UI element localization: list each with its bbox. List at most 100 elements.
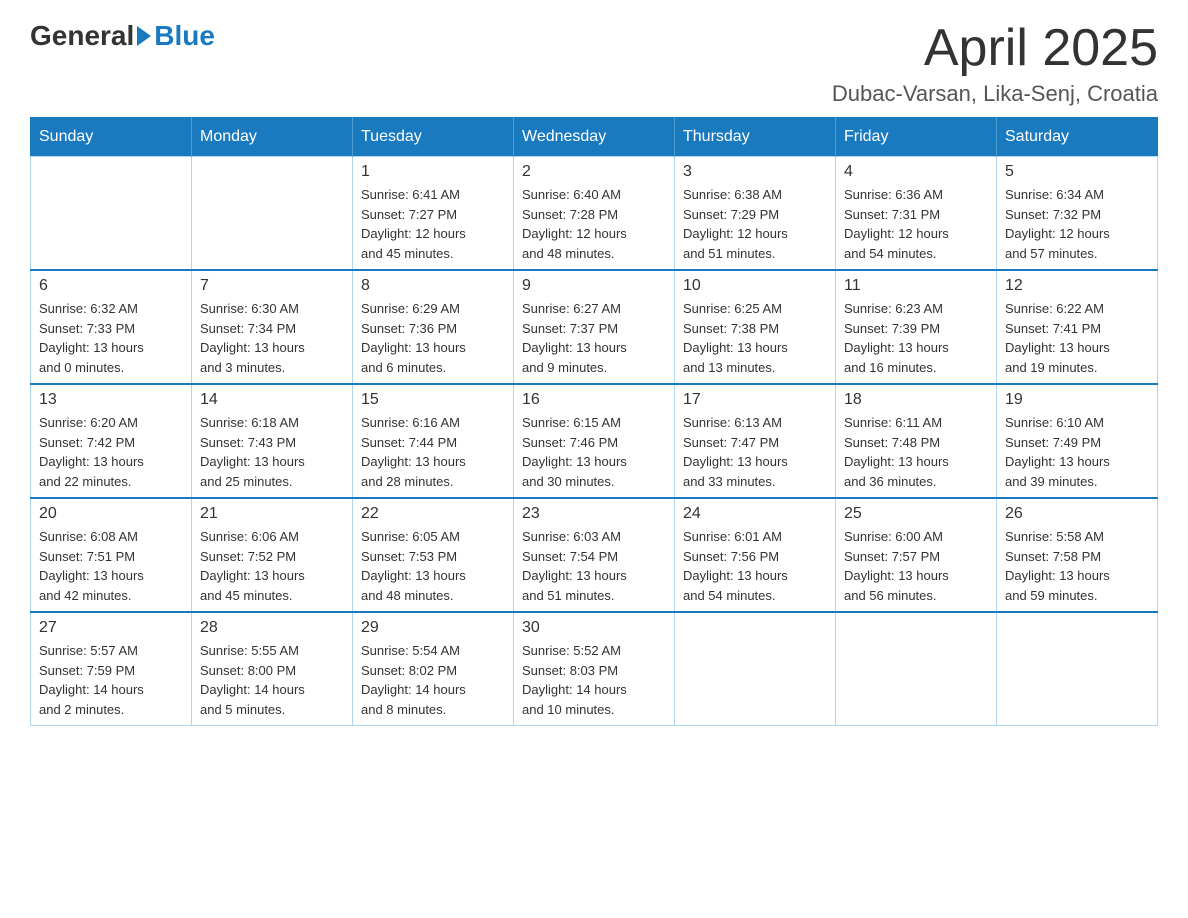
calendar-cell: 7Sunrise: 6:30 AM Sunset: 7:34 PM Daylig…	[192, 270, 353, 384]
calendar-cell: 11 Sunrise: 6:23 AM Sunset: 7:39 PM Dayli…	[836, 270, 997, 384]
calendar-week-row: 1 Sunrise: 6:41 AM Sunset: 7:27 PM Daylig…	[31, 157, 1158, 271]
day-info: Sunrise: 5:58 AM Sunset: 7:58 PM Dayligh…	[1005, 527, 1149, 605]
calendar-cell: 1 Sunrise: 6:41 AM Sunset: 7:27 PM Daylig…	[353, 157, 514, 271]
calendar-cell	[836, 612, 997, 726]
calendar-cell: 12 Sunrise: 6:22 AM Sunset: 7:41 PM Dayli…	[997, 270, 1158, 384]
calendar-cell: 24Sunrise: 6:01 AM Sunset: 7:56 PM Dayli…	[675, 498, 836, 612]
calendar-cell: 3 Sunrise: 6:38 AM Sunset: 7:29 PM Daylig…	[675, 157, 836, 271]
day-info: Sunrise: 6:11 AM Sunset: 7:48 PM Dayligh…	[844, 413, 988, 491]
header-sunday: Sunday	[31, 118, 192, 157]
day-number: 27	[39, 619, 183, 637]
day-number: 14	[200, 391, 344, 409]
header-saturday: Saturday	[997, 118, 1158, 157]
day-info: Sunrise: 6:18 AM Sunset: 7:43 PM Dayligh…	[200, 413, 344, 491]
day-number: 23	[522, 505, 666, 523]
day-info: Sunrise: 6:10 AM Sunset: 7:49 PM Dayligh…	[1005, 413, 1149, 491]
day-info: Sunrise: 5:52 AM Sunset: 8:03 PM Dayligh…	[522, 641, 666, 719]
day-number: 12	[1005, 277, 1149, 295]
day-info: Sunrise: 6:36 AM Sunset: 7:31 PM Dayligh…	[844, 185, 988, 263]
day-info: Sunrise: 6:23 AM Sunset: 7:39 PM Dayligh…	[844, 299, 988, 377]
weekday-header-row: Sunday Monday Tuesday Wednesday Thursday…	[31, 118, 1158, 157]
calendar-cell: 28 Sunrise: 5:55 AM Sunset: 8:00 PM Dayli…	[192, 612, 353, 726]
header-wednesday: Wednesday	[514, 118, 675, 157]
day-number: 26	[1005, 505, 1149, 523]
day-number: 2	[522, 163, 666, 181]
day-info: Sunrise: 6:22 AM Sunset: 7:41 PM Dayligh…	[1005, 299, 1149, 377]
day-info: Sunrise: 6:29 AM Sunset: 7:36 PM Dayligh…	[361, 299, 505, 377]
calendar-cell: 21 Sunrise: 6:06 AM Sunset: 7:52 PM Dayli…	[192, 498, 353, 612]
day-number: 24	[683, 505, 827, 523]
calendar-week-row: 20Sunrise: 6:08 AM Sunset: 7:51 PM Dayli…	[31, 498, 1158, 612]
day-number: 13	[39, 391, 183, 409]
day-info: Sunrise: 5:55 AM Sunset: 8:00 PM Dayligh…	[200, 641, 344, 719]
calendar-cell: 17 Sunrise: 6:13 AM Sunset: 7:47 PM Dayli…	[675, 384, 836, 498]
calendar-cell: 22 Sunrise: 6:05 AM Sunset: 7:53 PM Dayli…	[353, 498, 514, 612]
calendar-cell: 15 Sunrise: 6:16 AM Sunset: 7:44 PM Dayli…	[353, 384, 514, 498]
calendar-cell: 14 Sunrise: 6:18 AM Sunset: 7:43 PM Dayli…	[192, 384, 353, 498]
calendar-cell: 16Sunrise: 6:15 AM Sunset: 7:46 PM Dayli…	[514, 384, 675, 498]
calendar-cell: 27 Sunrise: 5:57 AM Sunset: 7:59 PM Dayli…	[31, 612, 192, 726]
day-number: 25	[844, 505, 988, 523]
logo-triangle-icon	[137, 26, 151, 46]
day-number: 21	[200, 505, 344, 523]
logo-general-text: General	[30, 20, 134, 52]
calendar-cell: 2 Sunrise: 6:40 AM Sunset: 7:28 PM Daylig…	[514, 157, 675, 271]
day-number: 11	[844, 277, 988, 295]
day-number: 4	[844, 163, 988, 181]
day-info: Sunrise: 6:15 AM Sunset: 7:46 PM Dayligh…	[522, 413, 666, 491]
calendar-cell: 26 Sunrise: 5:58 AM Sunset: 7:58 PM Dayli…	[997, 498, 1158, 612]
day-number: 29	[361, 619, 505, 637]
calendar-week-row: 13 Sunrise: 6:20 AM Sunset: 7:42 PM Dayli…	[31, 384, 1158, 498]
calendar-table: Sunday Monday Tuesday Wednesday Thursday…	[30, 117, 1158, 726]
day-info: Sunrise: 6:16 AM Sunset: 7:44 PM Dayligh…	[361, 413, 505, 491]
day-number: 17	[683, 391, 827, 409]
day-number: 19	[1005, 391, 1149, 409]
header-monday: Monday	[192, 118, 353, 157]
day-info: Sunrise: 5:57 AM Sunset: 7:59 PM Dayligh…	[39, 641, 183, 719]
day-info: Sunrise: 6:03 AM Sunset: 7:54 PM Dayligh…	[522, 527, 666, 605]
day-info: Sunrise: 6:13 AM Sunset: 7:47 PM Dayligh…	[683, 413, 827, 491]
calendar-cell: 5Sunrise: 6:34 AM Sunset: 7:32 PM Daylig…	[997, 157, 1158, 271]
day-info: Sunrise: 6:34 AM Sunset: 7:32 PM Dayligh…	[1005, 185, 1149, 263]
calendar-cell: 18 Sunrise: 6:11 AM Sunset: 7:48 PM Dayli…	[836, 384, 997, 498]
calendar-cell: 10Sunrise: 6:25 AM Sunset: 7:38 PM Dayli…	[675, 270, 836, 384]
day-info: Sunrise: 6:32 AM Sunset: 7:33 PM Dayligh…	[39, 299, 183, 377]
day-info: Sunrise: 6:00 AM Sunset: 7:57 PM Dayligh…	[844, 527, 988, 605]
day-number: 18	[844, 391, 988, 409]
calendar-cell: 23 Sunrise: 6:03 AM Sunset: 7:54 PM Dayli…	[514, 498, 675, 612]
day-number: 1	[361, 163, 505, 181]
location-title: Dubac-Varsan, Lika-Senj, Croatia	[832, 81, 1158, 107]
day-number: 8	[361, 277, 505, 295]
day-info: Sunrise: 6:27 AM Sunset: 7:37 PM Dayligh…	[522, 299, 666, 377]
calendar-cell: 25 Sunrise: 6:00 AM Sunset: 7:57 PM Dayli…	[836, 498, 997, 612]
day-info: Sunrise: 6:06 AM Sunset: 7:52 PM Dayligh…	[200, 527, 344, 605]
day-number: 30	[522, 619, 666, 637]
day-info: Sunrise: 6:05 AM Sunset: 7:53 PM Dayligh…	[361, 527, 505, 605]
logo: General Blue	[30, 20, 215, 52]
calendar-cell	[192, 157, 353, 271]
day-number: 28	[200, 619, 344, 637]
calendar-cell	[997, 612, 1158, 726]
day-number: 3	[683, 163, 827, 181]
calendar-cell: 30 Sunrise: 5:52 AM Sunset: 8:03 PM Dayli…	[514, 612, 675, 726]
day-info: Sunrise: 6:41 AM Sunset: 7:27 PM Dayligh…	[361, 185, 505, 263]
calendar-cell	[31, 157, 192, 271]
calendar-week-row: 27 Sunrise: 5:57 AM Sunset: 7:59 PM Dayli…	[31, 612, 1158, 726]
day-info: Sunrise: 6:38 AM Sunset: 7:29 PM Dayligh…	[683, 185, 827, 263]
day-number: 15	[361, 391, 505, 409]
day-number: 6	[39, 277, 183, 295]
title-area: April 2025 Dubac-Varsan, Lika-Senj, Croa…	[832, 20, 1158, 107]
day-info: Sunrise: 6:20 AM Sunset: 7:42 PM Dayligh…	[39, 413, 183, 491]
calendar-cell: 13 Sunrise: 6:20 AM Sunset: 7:42 PM Dayli…	[31, 384, 192, 498]
calendar-cell	[675, 612, 836, 726]
day-number: 20	[39, 505, 183, 523]
calendar-cell: 9Sunrise: 6:27 AM Sunset: 7:37 PM Daylig…	[514, 270, 675, 384]
day-number: 22	[361, 505, 505, 523]
day-info: Sunrise: 6:40 AM Sunset: 7:28 PM Dayligh…	[522, 185, 666, 263]
day-info: Sunrise: 6:25 AM Sunset: 7:38 PM Dayligh…	[683, 299, 827, 377]
calendar-cell: 8 Sunrise: 6:29 AM Sunset: 7:36 PM Daylig…	[353, 270, 514, 384]
calendar-cell: 20Sunrise: 6:08 AM Sunset: 7:51 PM Dayli…	[31, 498, 192, 612]
calendar-week-row: 6 Sunrise: 6:32 AM Sunset: 7:33 PM Daylig…	[31, 270, 1158, 384]
page-header: General Blue April 2025 Dubac-Varsan, Li…	[30, 20, 1158, 107]
day-number: 7	[200, 277, 344, 295]
